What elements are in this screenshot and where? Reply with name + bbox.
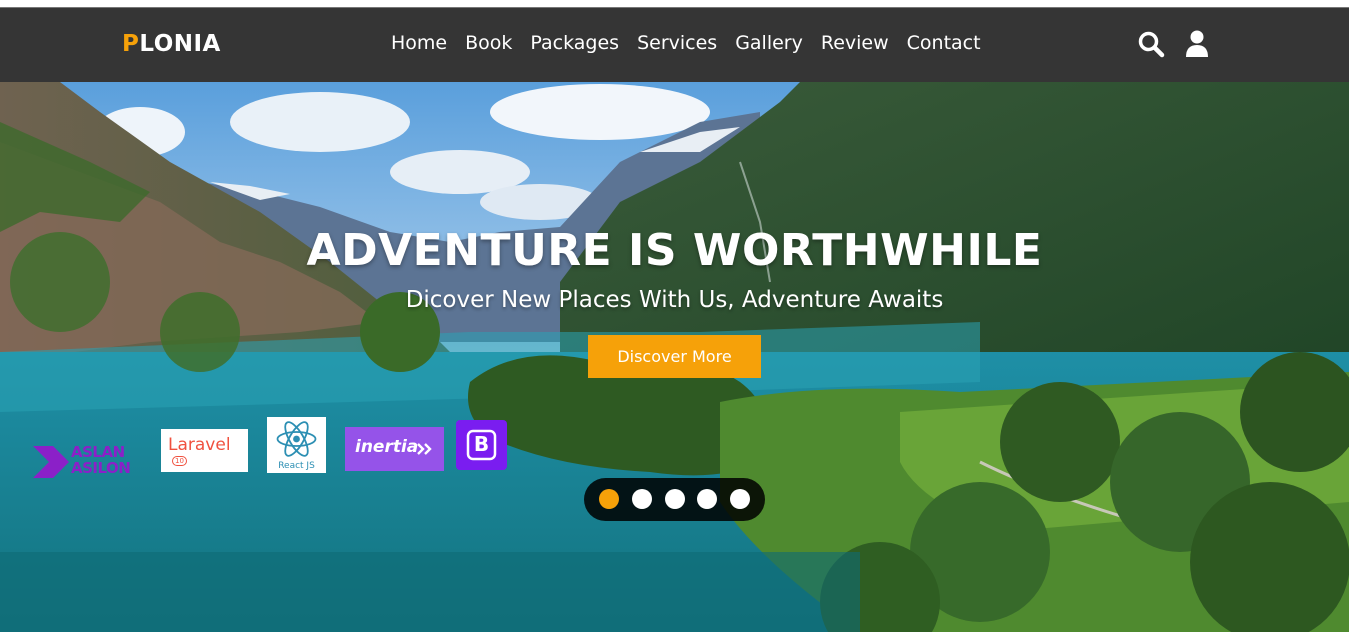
- nav-item-book[interactable]: Book: [456, 32, 521, 54]
- inertia-text: inertia: [355, 437, 419, 457]
- slider-dot-2[interactable]: [632, 489, 652, 509]
- site-header: PLONIA Home Book Packages Services Galle…: [0, 8, 1349, 82]
- react-text: React JS: [278, 461, 315, 471]
- laravel-text: Laravel: [168, 435, 231, 455]
- laravel-version: 10: [172, 456, 187, 466]
- slider-dot-3[interactable]: [665, 489, 685, 509]
- aslan-text: ASLAN ASILON: [71, 443, 131, 477]
- discover-more-button[interactable]: Discover More: [588, 335, 761, 378]
- slider-dot-4[interactable]: [697, 489, 717, 509]
- main-nav: Home Book Packages Services Gallery Revi…: [382, 32, 990, 54]
- nav-item-gallery[interactable]: Gallery: [726, 32, 812, 54]
- aslan-asilon-logo: ASLAN ASILON: [33, 442, 145, 482]
- react-js-logo: React JS: [267, 417, 326, 473]
- logo-initial: P: [122, 31, 140, 57]
- nav-item-packages[interactable]: Packages: [521, 32, 628, 54]
- bootstrap-letter: B: [473, 432, 490, 456]
- site-logo[interactable]: PLONIA: [122, 31, 221, 57]
- hero-section: ADVENTURE IS WORTHWHILE Dicover New Plac…: [0, 82, 1349, 632]
- inertia-logo: inertia: [345, 427, 444, 471]
- user-icon[interactable]: [1185, 30, 1209, 62]
- logo-rest: LONIA: [139, 31, 221, 57]
- bootstrap-logo: B: [456, 420, 507, 470]
- nav-item-review[interactable]: Review: [812, 32, 898, 54]
- search-icon[interactable]: [1137, 30, 1165, 62]
- hero-subtitle: Dicover New Places With Us, Adventure Aw…: [405, 287, 944, 313]
- top-strip: [0, 0, 1349, 8]
- laravel-logo: Laravel 10: [161, 429, 248, 472]
- nav-item-contact[interactable]: Contact: [898, 32, 990, 54]
- nav-item-services[interactable]: Services: [628, 32, 726, 54]
- nav-item-home[interactable]: Home: [382, 32, 456, 54]
- slider-dot-5[interactable]: [730, 489, 750, 509]
- slider-pagination: [584, 478, 765, 521]
- page: PLONIA Home Book Packages Services Galle…: [0, 0, 1349, 632]
- hero-title: ADVENTURE IS WORTHWHILE: [306, 225, 1043, 276]
- slider-dot-1[interactable]: [599, 489, 619, 509]
